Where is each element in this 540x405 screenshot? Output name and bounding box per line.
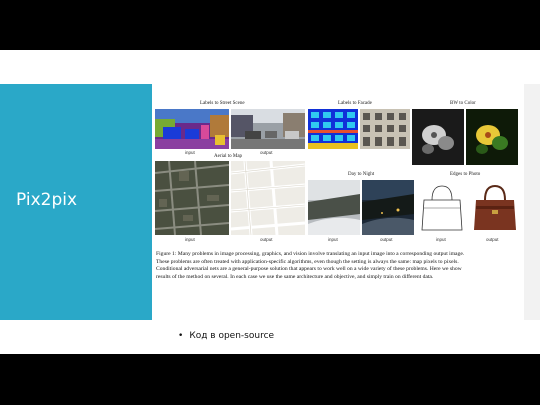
bw-output-image [466, 109, 518, 165]
day-output-label: output [380, 237, 393, 242]
street-input-label: input [185, 150, 195, 155]
aerial-output-label: output [260, 237, 273, 242]
panel-label-edges: Edges to Photo [450, 172, 481, 177]
figure-caption: Figure 1: Many problems in image process… [156, 251, 518, 281]
panel-label-day: Day to Night [348, 172, 375, 177]
facade-photo-image [360, 109, 410, 149]
aerial-map-image [231, 161, 305, 235]
street-labels-image [155, 109, 229, 149]
caption-line: Figure 1: Many problems in image process… [156, 251, 465, 257]
edges-output-label: output [486, 237, 499, 242]
day-input-image [308, 180, 360, 235]
night-output-image [362, 180, 414, 235]
caption-line: results of the method on several. In eac… [156, 273, 434, 280]
bullet-text: Код в open-source [189, 331, 275, 341]
edges-input-image [418, 180, 466, 235]
street-output-label: output [260, 150, 273, 155]
bullet-dot-icon: • [178, 331, 184, 341]
edges-input-label: input [436, 237, 446, 242]
caption-line: Conditional adversarial nets are a gener… [156, 266, 462, 273]
bw-input-image [412, 109, 464, 165]
panel-label-bw: BW to Color [450, 101, 476, 106]
street-photo-image [231, 109, 305, 149]
bullet-item: • Код в open-source [178, 331, 274, 341]
panel-label-aerial: Aerial to Map [214, 154, 243, 159]
figure-gutter [524, 84, 540, 320]
facade-labels-image [308, 109, 358, 149]
day-input-label: input [328, 237, 338, 242]
aerial-input-label: input [185, 237, 195, 242]
panel-label-facade: Labels to Facade [338, 101, 372, 106]
aerial-photo-image [155, 161, 229, 235]
edges-output-image [470, 180, 520, 235]
panel-label-street: Labels to Street Scene [200, 101, 245, 106]
paper-figure: Labels to Street Scene input output Labe… [152, 84, 524, 320]
slide-title: Pix2pix [16, 190, 78, 210]
